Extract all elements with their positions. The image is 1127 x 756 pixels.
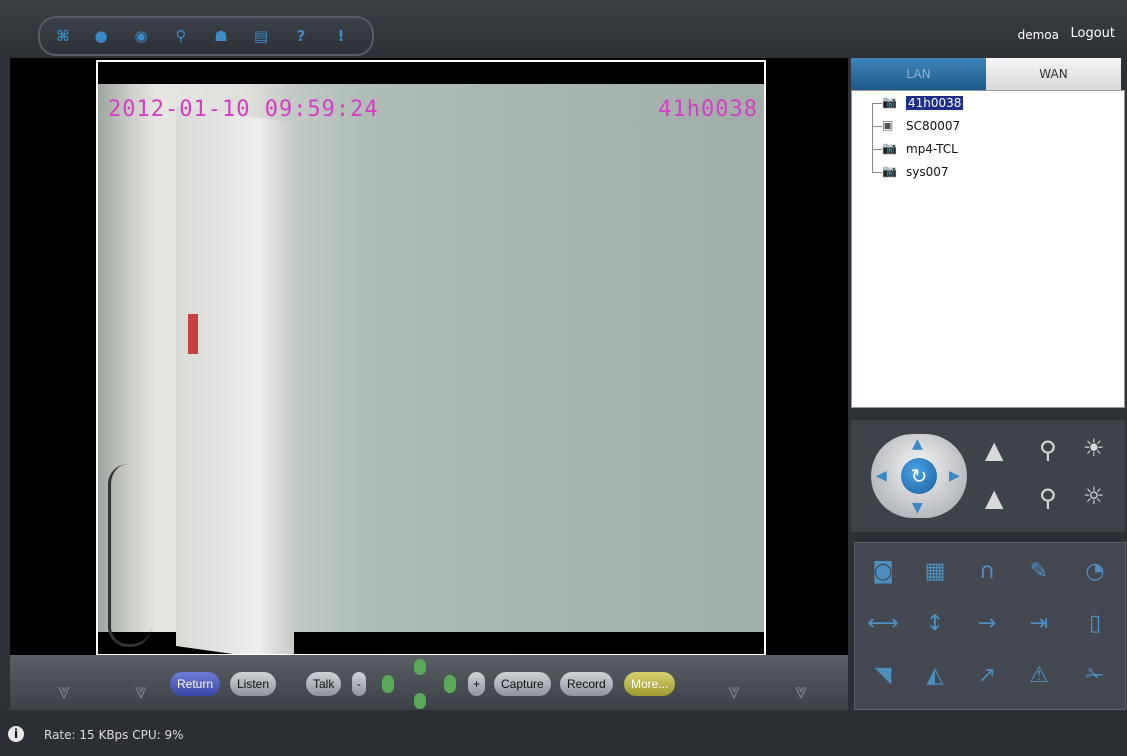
ptz-left-icon[interactable]: ◀ xyxy=(876,468,887,484)
zoom-in-icon[interactable]: ⚲ xyxy=(1039,436,1057,464)
horizontal-flip-icon[interactable]: ⟷ xyxy=(865,605,901,641)
decor-grass-icon: ⩔ xyxy=(58,679,71,704)
pan-left-button[interactable] xyxy=(382,675,394,693)
tree-branch xyxy=(872,126,882,127)
device-item[interactable]: 📷 mp4-TCL xyxy=(882,141,958,157)
clapper-icon[interactable]: ▦ xyxy=(917,553,953,589)
info-icon[interactable]: ! xyxy=(330,25,352,47)
more-button[interactable]: More... xyxy=(624,672,676,696)
output-icon[interactable]: → xyxy=(969,605,1005,641)
3g-camera-icon: ▣ xyxy=(882,118,894,132)
search-icon[interactable]: ⚲ xyxy=(170,25,192,47)
brightness-down-icon[interactable]: ☼ xyxy=(1083,482,1105,510)
vertical-flip-icon[interactable]: ↕ xyxy=(917,605,953,641)
feed-red-mark xyxy=(188,314,198,354)
network-tabs: LAN WAN xyxy=(851,58,1121,90)
user-icon[interactable]: ☗ xyxy=(210,25,232,47)
zoom-minus-button[interactable]: - xyxy=(352,672,366,696)
input-icon[interactable]: ⇥ xyxy=(1021,605,1057,641)
logout-link[interactable]: Logout xyxy=(1070,26,1115,41)
tree-connector xyxy=(872,103,873,173)
zoom-plus-button[interactable]: + xyxy=(468,672,486,696)
microphone-icon[interactable]: ✎ xyxy=(1021,553,1057,589)
focus-in-icon[interactable]: ▲ xyxy=(985,436,1003,464)
cone-icon[interactable]: ◭ xyxy=(917,657,953,693)
capture-button[interactable]: Capture xyxy=(494,672,551,696)
ptz-up-icon[interactable]: ▲ xyxy=(912,436,923,452)
tree-branch xyxy=(872,149,882,150)
camera-icon: 📷 xyxy=(882,141,897,155)
device-label: SC80007 xyxy=(906,119,961,133)
snapshot-icon[interactable]: ◙ xyxy=(865,553,901,589)
return-button[interactable]: Return xyxy=(170,672,221,696)
brightness-up-icon[interactable]: ☀ xyxy=(1083,434,1105,462)
video-player[interactable]: 2012-01-10 09:59:24 41h0038 xyxy=(96,60,766,656)
settings-icon[interactable]: ✁ xyxy=(1077,657,1113,693)
headphones-icon[interactable]: ∩ xyxy=(969,553,1005,589)
osd-camera-id: 41h0038 xyxy=(658,97,758,122)
main-toolbar: ⌘ ● ◉ ⚲ ☗ ▤ ? ! xyxy=(38,16,374,56)
capture-icon[interactable]: ◉ xyxy=(130,25,152,47)
zoom-out-icon[interactable]: ⚲ xyxy=(1039,484,1057,512)
pan-right-button[interactable] xyxy=(444,675,456,693)
device-tree: 📷 41h0038 ▣ SC80007 📷 mp4-TCL 📷 sys007 xyxy=(851,90,1125,408)
record-button[interactable]: Record xyxy=(560,672,613,696)
decor-grass-icon: ⩔ xyxy=(795,679,808,704)
camera-icon: 📷 xyxy=(882,164,897,178)
record-icon[interactable]: ● xyxy=(90,25,112,47)
camera-feed xyxy=(98,84,764,654)
ptz-down-icon[interactable]: ▼ xyxy=(912,500,923,516)
username-label: demoa xyxy=(1017,28,1059,42)
ptz-joystick[interactable]: ▲ ▼ ◀ ▶ ↻ xyxy=(871,434,967,518)
device-label: 41h0038 xyxy=(906,96,964,110)
top-bar: ⌘ ● ◉ ⚲ ☗ ▤ ? ! demoa Logout xyxy=(0,0,1127,58)
decor-grass-icon: ⩔ xyxy=(135,679,148,704)
control-bar: ⩔ ⩔ ⩔ ⩔ Return Listen Talk - + Capture R… xyxy=(10,655,848,710)
listen-button[interactable]: Listen xyxy=(230,672,277,696)
status-text: Rate: 15 KBps CPU: 9% xyxy=(44,728,184,742)
focus-out-icon[interactable]: ▲ xyxy=(985,484,1003,512)
ptz-panel: ▲ ▼ ◀ ▶ ↻ ▲ ▲ ⚲ ⚲ ☀ ☼ xyxy=(851,420,1125,532)
pan-down-button[interactable] xyxy=(414,693,426,709)
camera-icon: 📷 xyxy=(882,95,897,109)
device-item[interactable]: 📷 41h0038 xyxy=(882,95,964,111)
tree-branch xyxy=(872,103,882,104)
status-bar: i Rate: 15 KBps CPU: 9% xyxy=(0,710,1127,756)
decor-grass-icon: ⩔ xyxy=(728,679,741,704)
door-icon[interactable]: ▯ xyxy=(1077,605,1113,641)
ptz-auto-icon[interactable]: ↻ xyxy=(901,458,937,494)
device-item[interactable]: 📷 sys007 xyxy=(882,164,949,180)
device-item[interactable]: ▣ SC80007 xyxy=(882,118,960,134)
device-label: mp4-TCL xyxy=(906,142,958,156)
talk-button[interactable]: Talk xyxy=(306,672,342,696)
alarm-icon[interactable]: ⚠ xyxy=(1021,657,1057,693)
help-icon[interactable]: ? xyxy=(290,25,312,47)
feed-paper-object xyxy=(176,106,294,654)
status-info-icon: i xyxy=(8,726,24,742)
feed-cable xyxy=(108,464,151,647)
save-icon[interactable]: ▤ xyxy=(250,25,272,47)
tab-wan[interactable]: WAN xyxy=(986,58,1121,90)
pan-up-button[interactable] xyxy=(414,659,426,675)
ptz-right-icon[interactable]: ▶ xyxy=(949,468,960,484)
device-label: sys007 xyxy=(906,165,949,179)
tree-branch xyxy=(872,172,882,173)
function-panel: ◙ ▦ ∩ ✎ ◔ ⟷ ↕ → ⇥ ▯ ◥ ◭ ↗ ⚠ ✁ xyxy=(854,542,1126,710)
timer-icon[interactable]: ◔ xyxy=(1077,553,1113,589)
fullscreen-icon[interactable]: ⌘ xyxy=(52,25,74,47)
tab-lan[interactable]: LAN xyxy=(851,58,986,90)
osd-timestamp: 2012-01-10 09:59:24 xyxy=(108,97,379,122)
ir-icon[interactable]: ◥ xyxy=(865,657,901,693)
trend-icon[interactable]: ↗ xyxy=(969,657,1005,693)
